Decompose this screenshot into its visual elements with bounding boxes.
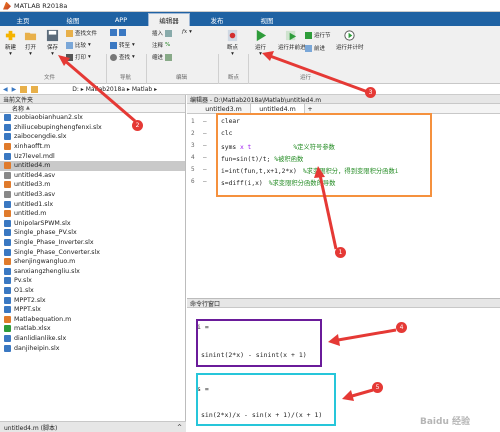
arrow-1-head bbox=[314, 166, 325, 178]
badge-3: 3 bbox=[365, 87, 376, 98]
annotation-arrows bbox=[58, 51, 397, 401]
badge-1: 1 bbox=[335, 247, 346, 258]
arrow-1 bbox=[318, 174, 338, 250]
arrow-4 bbox=[337, 328, 397, 342]
badge-2: 2 bbox=[132, 120, 143, 131]
arrow-2 bbox=[63, 58, 136, 123]
badge-4: 4 bbox=[396, 322, 407, 333]
watermark: Baidu 经验 bbox=[420, 417, 471, 427]
badge-5: 5 bbox=[372, 382, 383, 393]
arrow-5 bbox=[351, 388, 374, 398]
arrow-5-head bbox=[342, 390, 354, 401]
arrow-3 bbox=[269, 54, 369, 94]
arrow-4-head bbox=[328, 334, 340, 346]
